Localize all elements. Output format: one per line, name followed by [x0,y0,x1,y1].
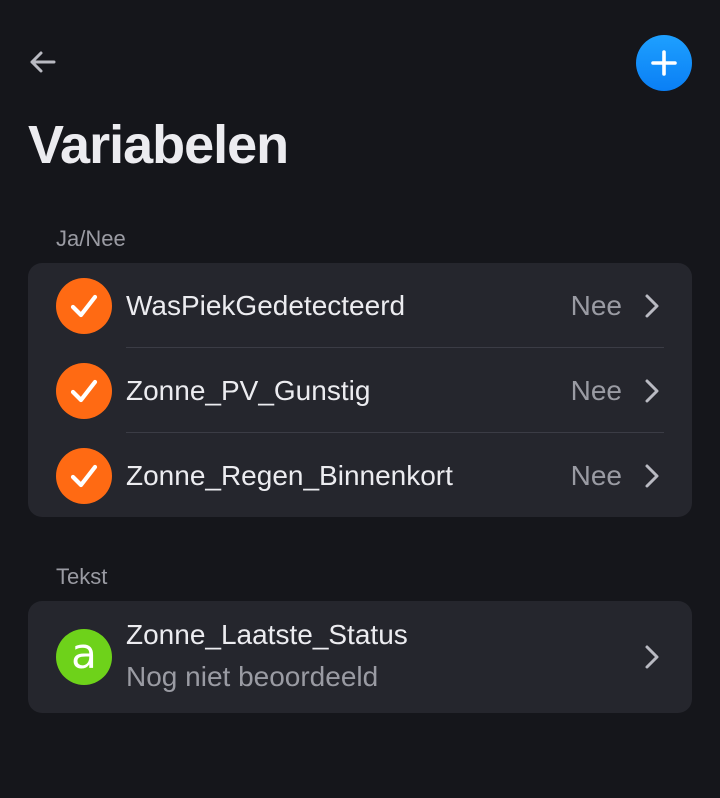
variable-value: Nog niet beoordeeld [126,661,379,692]
variable-name: WasPiekGedetecteerd [126,289,406,321]
page-title: Variabelen [28,115,289,175]
chevron-right-icon [642,377,662,405]
plus-icon [651,50,677,76]
arrow-left-icon [30,51,56,73]
variables-screen: Variabelen Ja/Nee WasPiekGedetecteerd Ne… [0,0,720,798]
checkmark-icon [70,379,98,402]
variable-value: Nee [570,289,622,321]
section-label-boolean: Ja/Nee [56,226,126,251]
variable-name: Zonne_PV_Gunstig [126,374,371,406]
text-type-icon: a [71,629,97,678]
variable-name: Zonne_Laatste_Status [126,619,408,650]
boolean-variables-card: WasPiekGedetecteerd Nee Zonne_PV_Gunstig… [28,263,692,517]
back-button[interactable] [24,44,60,80]
checkmark-icon [70,464,98,487]
section-label-text: Tekst [56,564,108,589]
text-badge: a [56,629,112,685]
chevron-right-icon [642,643,662,671]
boolean-badge [56,447,112,504]
variable-name: Zonne_Regen_Binnenkort [126,459,453,491]
boolean-badge [56,362,112,419]
checkmark-icon [70,294,98,317]
variable-value: Nee [570,374,622,406]
boolean-badge [56,277,112,334]
chevron-right-icon [642,292,662,320]
list-item-variable-1[interactable]: Zonne_PV_Gunstig Nee [28,348,692,433]
list-item-variable-3[interactable]: a Zonne_Laatste_Status Nog niet beoordee… [28,601,692,713]
variable-value: Nee [570,459,622,491]
list-item-variable-2[interactable]: Zonne_Regen_Binnenkort Nee [28,433,692,517]
list-item-variable-0[interactable]: WasPiekGedetecteerd Nee [28,263,692,348]
chevron-right-icon [642,462,662,490]
add-variable-button[interactable] [636,35,692,91]
text-variables-card: a Zonne_Laatste_Status Nog niet beoordee… [28,601,692,713]
